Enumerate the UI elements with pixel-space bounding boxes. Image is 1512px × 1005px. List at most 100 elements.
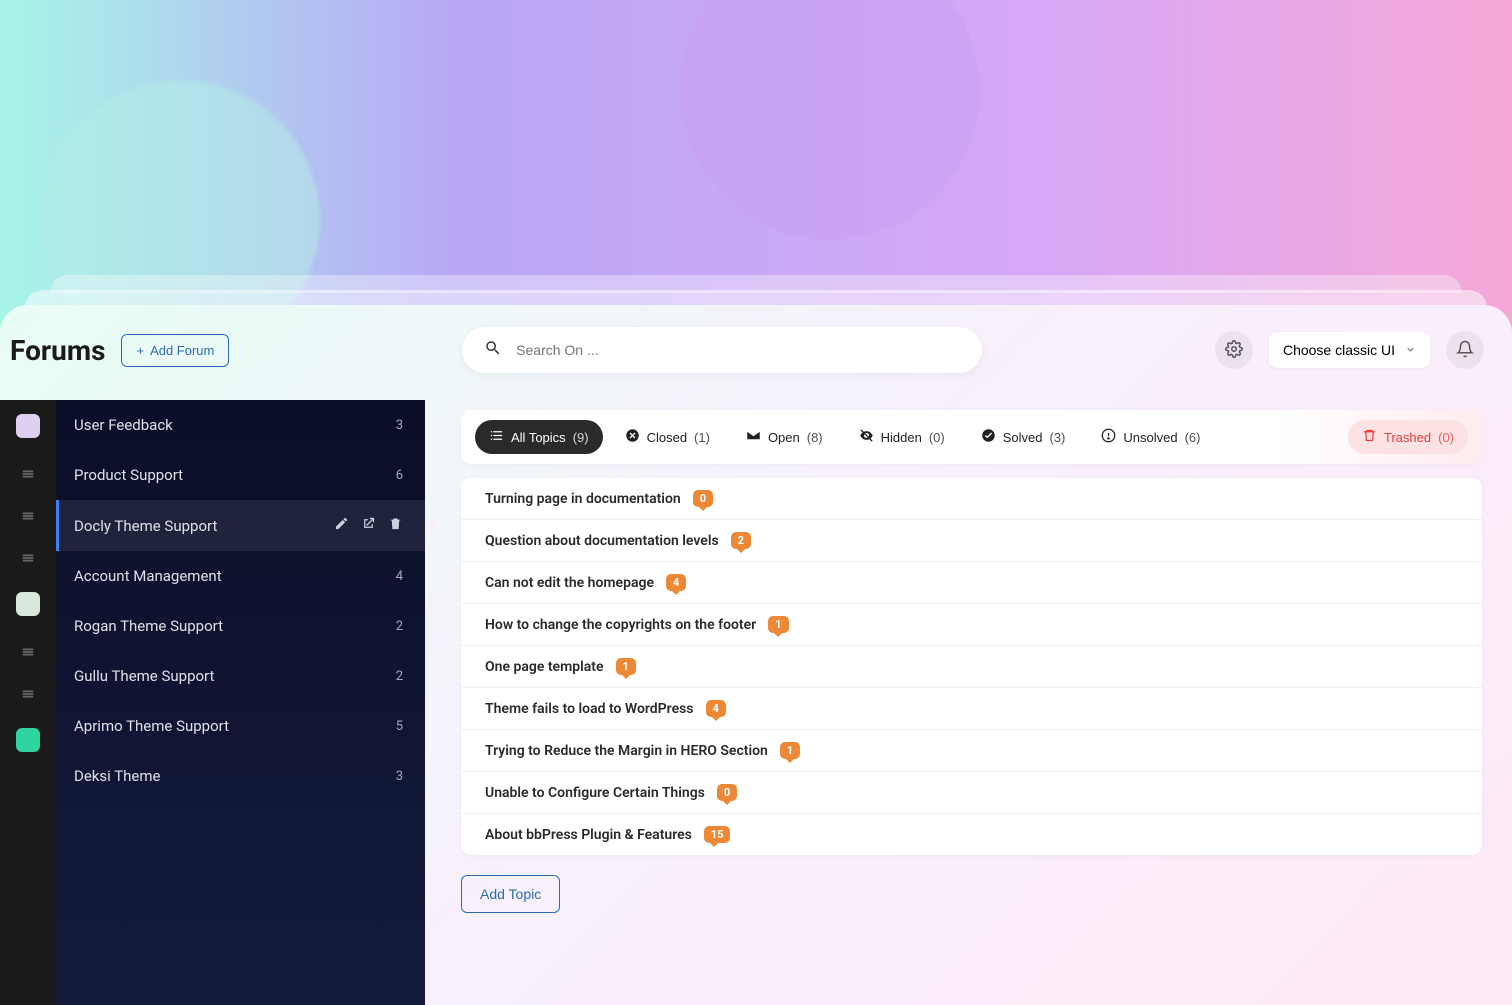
sidebar-item-product-support[interactable]: Product Support 6 xyxy=(56,450,425,500)
sidebar-item-gullu-theme-support[interactable]: Gullu Theme Support2 xyxy=(56,651,425,701)
sidebar-item-deksi-theme[interactable]: Deksi Theme3 xyxy=(56,751,425,801)
notifications-button[interactable] xyxy=(1446,331,1484,369)
filter-count: (9) xyxy=(573,430,589,445)
topic-row[interactable]: Turning page in documentation0 xyxy=(461,478,1482,520)
sidebar-item-count: 6 xyxy=(396,468,403,483)
sidebar-item-actions xyxy=(334,516,403,535)
filter-count: (0) xyxy=(1438,430,1454,445)
topic-title: Turning page in documentation xyxy=(485,491,681,507)
topic-title: Can not edit the homepage xyxy=(485,575,654,591)
grip-icon[interactable] xyxy=(21,686,35,700)
filter-closed[interactable]: Closed (1) xyxy=(611,420,724,454)
filter-count: (0) xyxy=(929,430,945,445)
reply-count-badge: 1 xyxy=(616,658,636,675)
topic-row[interactable]: How to change the copyrights on the foot… xyxy=(461,604,1482,646)
topic-row[interactable]: One page template 1 xyxy=(461,646,1482,688)
filter-trashed[interactable]: Trashed (0) xyxy=(1348,420,1468,454)
grip-icon[interactable] xyxy=(21,644,35,658)
sidebar-item-label: Product Support xyxy=(74,466,183,484)
grip-icon[interactable] xyxy=(21,550,35,564)
sidebar-item-count: 3 xyxy=(396,769,403,784)
topic-row[interactable]: Theme fails to load to WordPress 4 xyxy=(461,688,1482,730)
forum-type-icon[interactable] xyxy=(16,592,40,616)
topic-row[interactable]: About bbPress Plugin & Features 15 xyxy=(461,814,1482,855)
plus-icon: + xyxy=(136,343,144,358)
sidebar-item-user-feedback[interactable]: User Feedback 3 xyxy=(56,400,425,450)
closed-icon xyxy=(625,428,640,446)
sidebar-item-label: Aprimo Theme Support xyxy=(74,717,229,735)
bg-decoration-circle xyxy=(680,0,980,240)
reply-count-badge: 15 xyxy=(704,826,731,843)
grip-icon[interactable] xyxy=(21,466,35,480)
filter-all[interactable]: All Topics(9) xyxy=(475,420,603,454)
page-title: Forums xyxy=(10,334,105,367)
forum-type-icon[interactable] xyxy=(16,414,40,438)
header: Forums + Add Forum Choose classic UI xyxy=(0,305,1512,395)
reply-count-badge: 2 xyxy=(731,532,751,549)
sidebar-item-count: 2 xyxy=(396,619,403,634)
topic-title: Unable to Configure Certain Things xyxy=(485,785,705,801)
trashed-icon xyxy=(1362,428,1377,446)
sidebar-list: User Feedback 3 Product Support 6 Docly Them… xyxy=(56,400,425,1005)
filter-bar: All Topics(9) Closed (1) Open(8) Hidden (0) So… xyxy=(461,410,1482,464)
filter-label: Trashed xyxy=(1384,430,1431,445)
search-input[interactable] xyxy=(516,342,960,358)
filter-label: Unsolved xyxy=(1123,430,1177,445)
topic-row[interactable]: Trying to Reduce the Margin in HERO Sect… xyxy=(461,730,1482,772)
topic-title: Theme fails to load to WordPress xyxy=(485,701,694,717)
sidebar-item-count: 4 xyxy=(396,569,403,584)
filter-count: (3) xyxy=(1049,430,1065,445)
open-icon xyxy=(746,428,761,446)
filter-label: Solved xyxy=(1003,430,1043,445)
main-panel: All Topics(9) Closed (1) Open(8) Hidden (0) So… xyxy=(425,400,1512,1005)
trash-icon[interactable] xyxy=(388,516,403,535)
solved-icon xyxy=(981,428,996,446)
sidebar-item-label: Account Management xyxy=(74,567,222,585)
sidebar-item-rogan-theme-support[interactable]: Rogan Theme Support 2 xyxy=(56,601,425,651)
edit-icon[interactable] xyxy=(334,516,349,535)
all-icon xyxy=(489,428,504,446)
search-box[interactable] xyxy=(462,327,982,373)
ui-select-label: Choose classic UI xyxy=(1283,342,1395,358)
filter-count: (1) xyxy=(694,430,710,445)
unsolved-icon xyxy=(1101,428,1116,446)
filter-unsolved[interactable]: Unsolved (6) xyxy=(1087,420,1214,454)
hidden-icon xyxy=(859,428,874,446)
topic-title: How to change the copyrights on the foot… xyxy=(485,617,756,633)
topic-title: Question about documentation levels xyxy=(485,533,719,549)
filter-open[interactable]: Open(8) xyxy=(732,420,837,454)
ui-theme-select[interactable]: Choose classic UI xyxy=(1269,332,1430,368)
add-forum-label: Add Forum xyxy=(150,343,214,358)
topic-row[interactable]: Question about documentation levels 2 xyxy=(461,520,1482,562)
grip-icon[interactable] xyxy=(21,508,35,522)
sidebar-item-account-management[interactable]: Account Management 4 xyxy=(56,551,425,601)
sidebar-item-aprimo-theme-support[interactable]: Aprimo Theme Support 5 xyxy=(56,701,425,751)
sidebar-icon-rail xyxy=(0,400,56,1005)
external-link-icon[interactable] xyxy=(361,516,376,535)
topic-title: One page template xyxy=(485,659,604,675)
filter-hidden[interactable]: Hidden (0) xyxy=(845,420,959,454)
topic-title: Trying to Reduce the Margin in HERO Sect… xyxy=(485,743,768,759)
forum-type-icon[interactable] xyxy=(16,728,40,752)
filter-label: Hidden xyxy=(881,430,922,445)
sidebar-item-count: 5 xyxy=(396,719,403,734)
topic-row[interactable]: Can not edit the homepage4 xyxy=(461,562,1482,604)
filter-solved[interactable]: Solved (3) xyxy=(967,420,1080,454)
sidebar-item-docly-theme-support[interactable]: Docly Theme Support xyxy=(56,500,425,551)
add-topic-button[interactable]: Add Topic xyxy=(461,875,560,913)
filter-count: (6) xyxy=(1185,430,1201,445)
topic-title: About bbPress Plugin & Features xyxy=(485,827,692,843)
settings-button[interactable] xyxy=(1215,331,1253,369)
topic-row[interactable]: Unable to Configure Certain Things0 xyxy=(461,772,1482,814)
reply-count-badge: 4 xyxy=(706,700,726,717)
sidebar-item-label: Docly Theme Support xyxy=(74,517,217,535)
add-forum-button[interactable]: + Add Forum xyxy=(121,334,229,367)
sidebar-item-count: 3 xyxy=(396,418,403,433)
sidebar-item-label: Gullu Theme Support xyxy=(74,667,214,685)
reply-count-badge: 1 xyxy=(768,616,788,633)
sidebar-item-label: Rogan Theme Support xyxy=(74,617,223,635)
header-right: Choose classic UI xyxy=(1215,331,1484,369)
filter-label: Closed xyxy=(647,430,687,445)
search-icon xyxy=(484,339,502,361)
sidebar-item-label: User Feedback xyxy=(74,416,173,434)
